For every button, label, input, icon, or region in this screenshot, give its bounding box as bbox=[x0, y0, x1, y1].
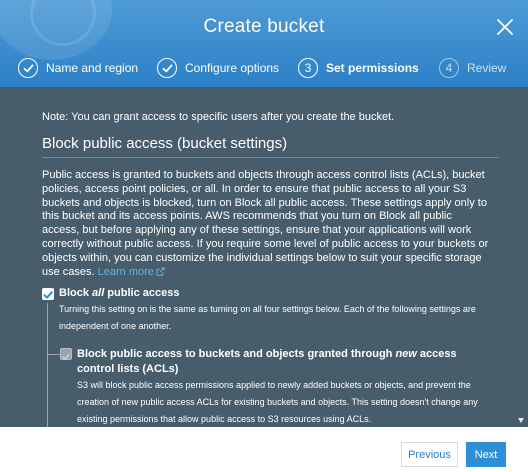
previous-button[interactable]: Previous bbox=[401, 442, 458, 467]
block-acls-checkbox[interactable] bbox=[60, 348, 72, 360]
tree-line bbox=[47, 336, 48, 427]
learn-more-link[interactable]: Learn more bbox=[98, 266, 165, 278]
block-acls-description: S3 will block public access permissions … bbox=[77, 380, 478, 424]
check-icon bbox=[18, 58, 38, 78]
block-all-description: Turning this setting on is the same as t… bbox=[59, 304, 476, 331]
step-name-and-region[interactable]: Name and region bbox=[18, 56, 138, 80]
block-acls-label[interactable]: Block public access to buckets and objec… bbox=[77, 347, 477, 377]
block-public-access-description: Public access is granted to buckets and … bbox=[42, 169, 492, 279]
step-number: 4 bbox=[439, 58, 459, 78]
block-all-checkbox[interactable] bbox=[42, 288, 54, 300]
wizard-steps: Name and region Configure options 3 Set … bbox=[0, 56, 528, 80]
close-icon[interactable] bbox=[496, 18, 514, 36]
step-number: 3 bbox=[298, 58, 318, 78]
block-all-label[interactable]: Block all public access bbox=[59, 287, 179, 299]
permissions-note: Note: You can grant access to specific u… bbox=[42, 111, 395, 123]
step-configure-options[interactable]: Configure options bbox=[157, 56, 279, 80]
scroll-down-icon[interactable] bbox=[518, 418, 524, 423]
section-title: Block public access (bucket settings) bbox=[42, 135, 288, 152]
external-link-icon bbox=[156, 266, 165, 276]
step-label: Set permissions bbox=[326, 61, 419, 75]
tree-line bbox=[47, 303, 48, 336]
modal-header: Create bucket Name and region Configure … bbox=[0, 0, 528, 87]
check-icon bbox=[157, 58, 177, 78]
permissions-panel: Note: You can grant access to specific u… bbox=[0, 87, 528, 427]
step-label: Review bbox=[467, 61, 507, 75]
vertical-scrollbar[interactable] bbox=[516, 87, 526, 427]
step-label: Configure options bbox=[185, 61, 280, 75]
modal-footer: Previous Next bbox=[0, 427, 528, 472]
tree-branch bbox=[47, 354, 60, 355]
description-text: Public access is granted to buckets and … bbox=[42, 169, 489, 278]
divider bbox=[42, 157, 499, 158]
next-button[interactable]: Next bbox=[466, 442, 506, 467]
modal-title: Create bucket bbox=[203, 16, 325, 37]
step-review[interactable]: 4 Review bbox=[439, 56, 506, 80]
step-set-permissions[interactable]: 3 Set permissions bbox=[298, 56, 419, 80]
step-label: Name and region bbox=[46, 61, 139, 75]
